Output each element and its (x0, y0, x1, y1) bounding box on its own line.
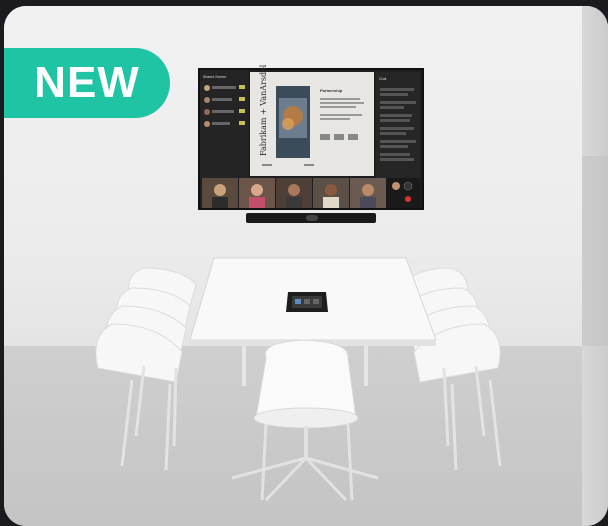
chat-panel (376, 72, 420, 178)
shared-slide (250, 72, 374, 176)
video-gallery (202, 178, 420, 208)
panel-title: Shared Screen (203, 75, 226, 79)
slide-heading: Partnership (320, 88, 343, 93)
wall-display: Shared Screen Fabrikam + VanArsdel Partn… (198, 64, 424, 210)
chat-title: Chat (379, 77, 386, 81)
slide-title: Fabrikam + VanArsdel (259, 64, 268, 156)
chair-legs-left (120, 365, 178, 471)
new-badge-label: NEW (34, 58, 140, 107)
new-badge: NEW (4, 48, 170, 118)
chairs-left (95, 267, 197, 383)
chair-legs-right (442, 365, 502, 471)
front-chair (231, 339, 379, 502)
room-photo: Shared Screen Fabrikam + VanArsdel Partn… (4, 6, 608, 526)
room-controller (286, 292, 328, 312)
